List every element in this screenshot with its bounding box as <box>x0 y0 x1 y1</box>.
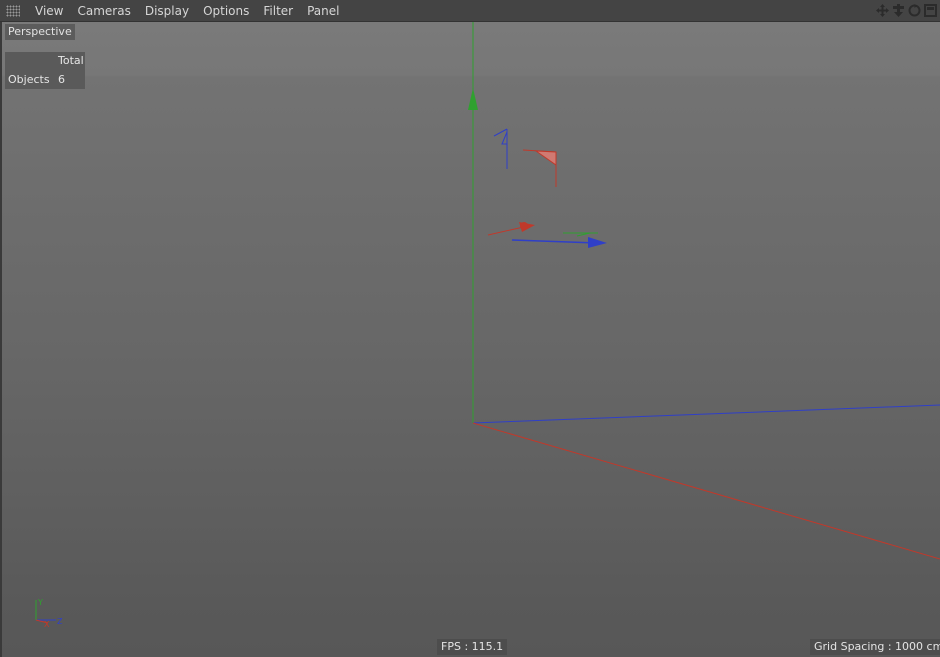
menu-options[interactable]: Options <box>196 0 256 22</box>
camera-label[interactable]: Perspective <box>5 24 75 40</box>
move-view-icon[interactable] <box>875 3 890 18</box>
axis-label-z: Z <box>57 617 63 626</box>
stats-row-label: Objects <box>8 73 50 86</box>
grid-spacing-readout: Grid Spacing : 1000 cm <box>810 639 940 655</box>
red-object-icon[interactable] <box>522 149 557 187</box>
world-x-axis-line <box>472 422 940 560</box>
world-z-axis-line <box>472 404 940 424</box>
menu-panel[interactable]: Panel <box>300 0 346 22</box>
menu-filter[interactable]: Filter <box>256 0 300 22</box>
y-axis-arrow-icon <box>468 88 478 110</box>
menu-display[interactable]: Display <box>138 0 196 22</box>
view-navigation-icons <box>875 3 938 18</box>
object-gizmo-icon[interactable] <box>487 222 607 248</box>
stats-row-value: 6 <box>58 73 65 86</box>
menu-view[interactable]: View <box>28 0 70 22</box>
app-window: View Cameras Display Options Filter Pane… <box>0 0 940 657</box>
rotate-view-icon[interactable] <box>907 3 922 18</box>
stats-column-header: Total <box>58 54 84 67</box>
viewport-menubar: View Cameras Display Options Filter Pane… <box>0 0 940 22</box>
scene-stats-panel: Total Objects 6 <box>5 52 85 89</box>
fps-readout: FPS : 115.1 <box>437 639 508 655</box>
axis-orientation-indicator: Y X Z <box>35 598 63 629</box>
blue-object-icon[interactable] <box>493 128 508 169</box>
drag-view-icon[interactable] <box>891 3 906 18</box>
maximize-view-icon[interactable] <box>923 3 938 18</box>
viewport-scene[interactable]: Y X Z <box>2 22 940 657</box>
panel-grip-icon[interactable] <box>6 4 20 17</box>
menu-cameras[interactable]: Cameras <box>70 0 137 22</box>
perspective-viewport[interactable]: Y X Z Perspective Total Objects 6 FPS : … <box>2 22 940 657</box>
axis-label-x: X <box>44 620 50 629</box>
axis-label-y: Y <box>37 598 43 607</box>
